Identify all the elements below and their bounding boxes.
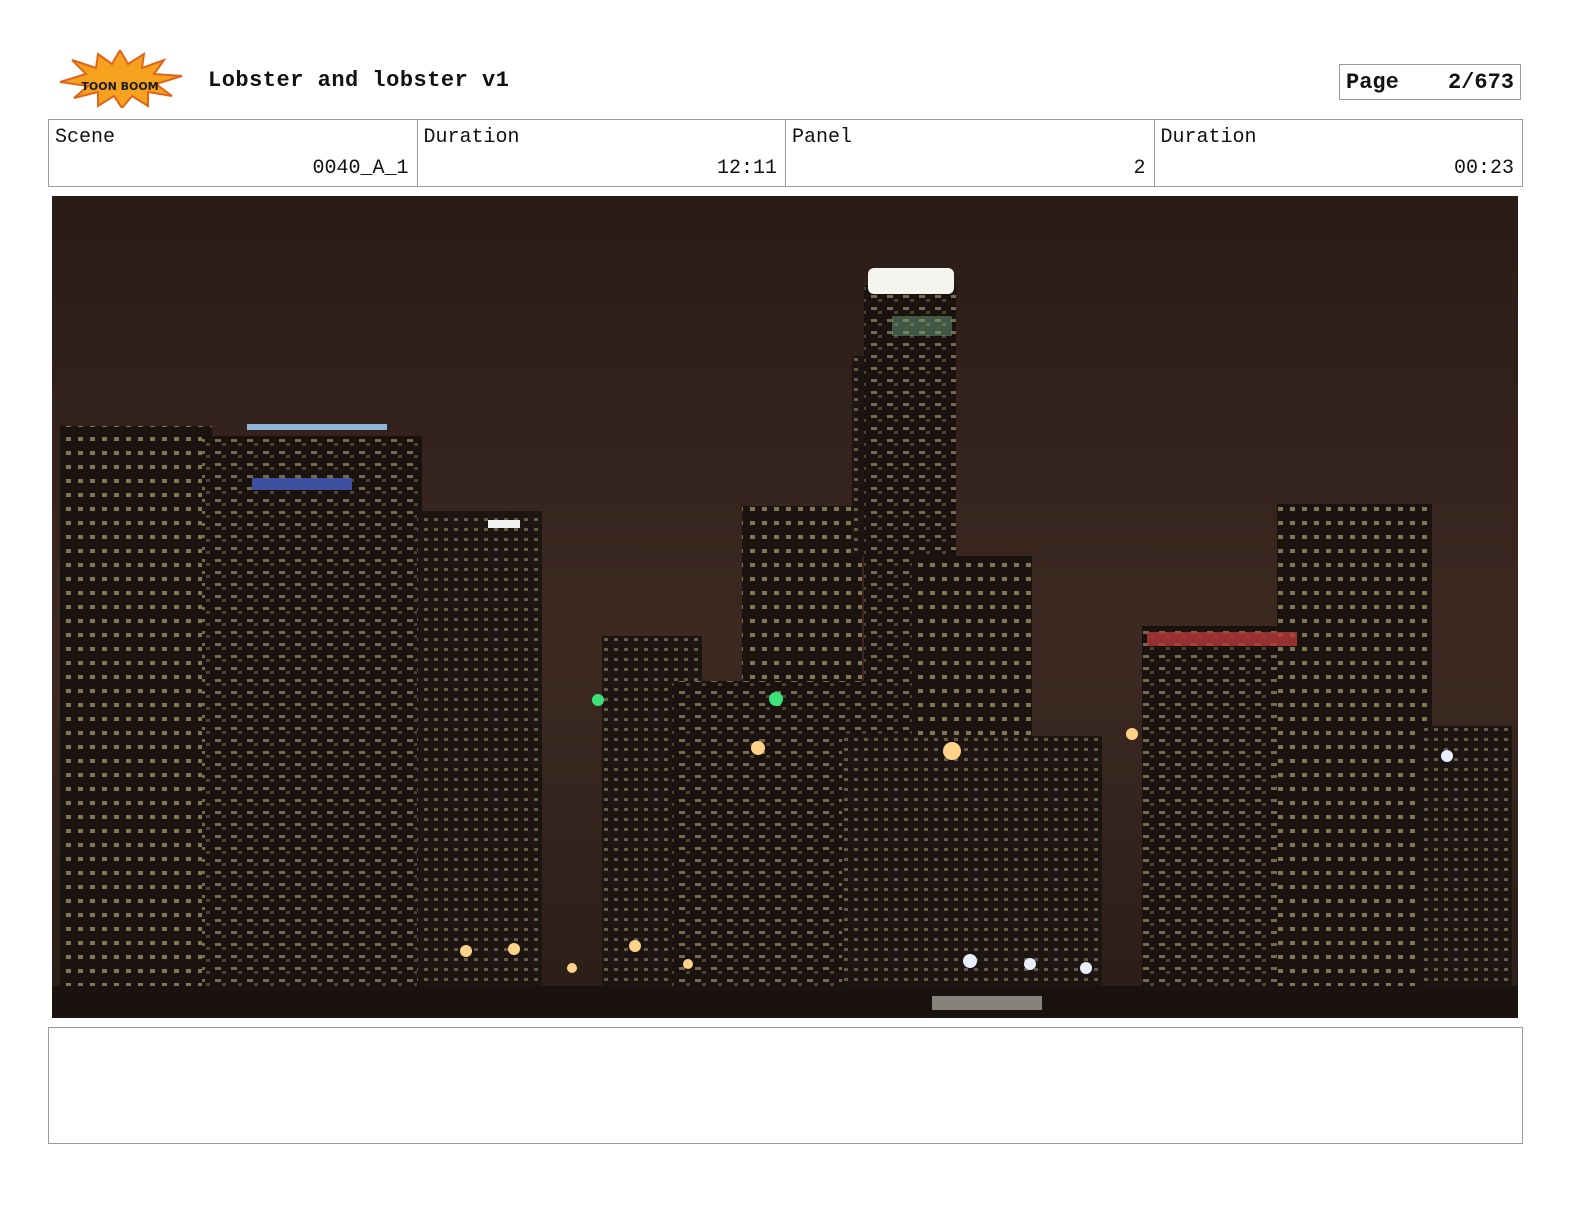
toonboom-logo: TOON BOOM	[52, 47, 188, 110]
scene-duration-label: Duration	[423, 126, 520, 149]
scene-cell: Scene 0040_A_1	[49, 120, 418, 186]
scene-duration-value: 12:11	[716, 157, 777, 180]
page-label: Page	[1346, 69, 1399, 95]
page-indicator: Page 2/673	[1339, 64, 1521, 100]
scene-value: 0040_A_1	[312, 157, 409, 180]
panel-image	[52, 196, 1518, 1018]
logo-text: TOON BOOM	[81, 80, 158, 93]
page-value: 2/673	[1447, 69, 1514, 95]
panel-duration-value: 00:23	[1453, 157, 1514, 180]
panel-label: Panel	[792, 126, 853, 149]
notes-box	[48, 1027, 1523, 1144]
city-skyline-image	[52, 196, 1518, 1018]
panel-duration-cell: Duration 00:23	[1155, 120, 1523, 186]
panel-cell: Panel 2	[786, 120, 1155, 186]
scene-duration-cell: Duration 12:11	[418, 120, 786, 186]
scene-label: Scene	[55, 126, 116, 149]
panel-value: 2	[1133, 157, 1146, 180]
panel-info-table: Scene 0040_A_1 Duration 12:11 Panel 2 Du…	[48, 119, 1523, 187]
panel-duration-label: Duration	[1160, 126, 1257, 149]
document-title: Lobster and lobster v1	[208, 68, 510, 93]
